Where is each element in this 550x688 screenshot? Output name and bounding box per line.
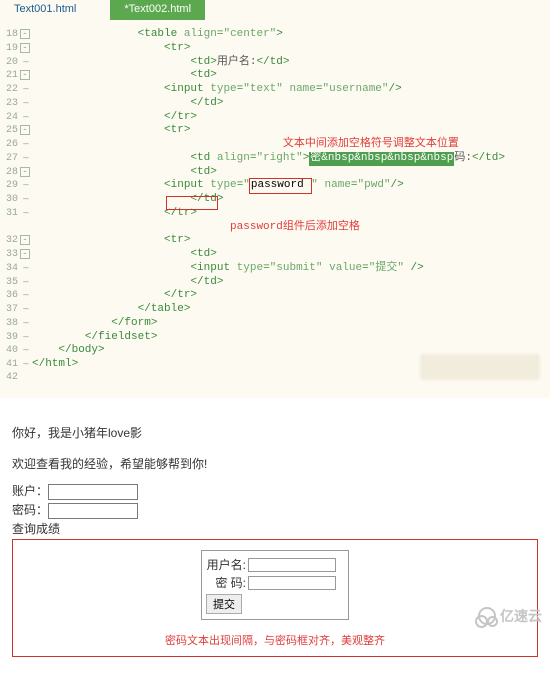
form-user-label: 用户名: <box>206 556 246 573</box>
password-input[interactable] <box>48 503 138 519</box>
form-pwd-label: 密 码: <box>206 574 246 591</box>
form-pwd-input[interactable] <box>248 576 336 590</box>
account-input[interactable] <box>48 484 138 500</box>
editor-tabs: Text001.html *Text002.html <box>0 0 550 20</box>
cloud-icon <box>478 607 496 625</box>
watermark: 亿速云 <box>478 606 542 626</box>
note-text: 密码文本出现间隔，与密码框对齐，美观整齐 <box>19 632 531 648</box>
highlighted-password: password <box>250 179 311 193</box>
tab-text002[interactable]: *Text002.html <box>110 0 205 20</box>
rendered-page: 你好，我是小猪年love影 欢迎查看我的经验，希望能够帮到你! 账户： 密码： … <box>0 398 550 669</box>
blurred-region <box>420 354 540 380</box>
form-user-input[interactable] <box>248 558 336 572</box>
legend-text: 查询成绩 <box>12 520 538 537</box>
tab-text001[interactable]: Text001.html <box>0 0 90 20</box>
code-block: 18- <table align="center"> 19- <tr> 20— … <box>0 24 550 390</box>
submit-button[interactable]: 提交 <box>206 594 242 614</box>
sub-text: 欢迎查看我的经验，希望能够帮到你! <box>12 455 538 472</box>
account-label: 账户： <box>12 484 48 498</box>
code-editor-panel: Text001.html *Text002.html 18- <table al… <box>0 0 550 398</box>
password-label: 密码： <box>12 503 48 517</box>
red-box-password <box>166 196 218 210</box>
centered-form: 用户名: 密 码: 提交 <box>201 550 349 620</box>
result-frame: 用户名: 密 码: 提交 密码文本出现间隔，与密码框对齐，美观整齐 <box>12 539 538 657</box>
annotation-spacing: 文本中间添加空格符号调整文本位置 <box>283 138 459 152</box>
side-form: 账户： 密码： 查询成绩 <box>12 482 538 537</box>
greeting-text: 你好，我是小猪年love影 <box>12 424 538 441</box>
annotation-password: password组件后添加空格 <box>230 221 360 235</box>
selected-text: 密&nbsp&nbsp&nbsp&nbsp <box>309 152 454 166</box>
